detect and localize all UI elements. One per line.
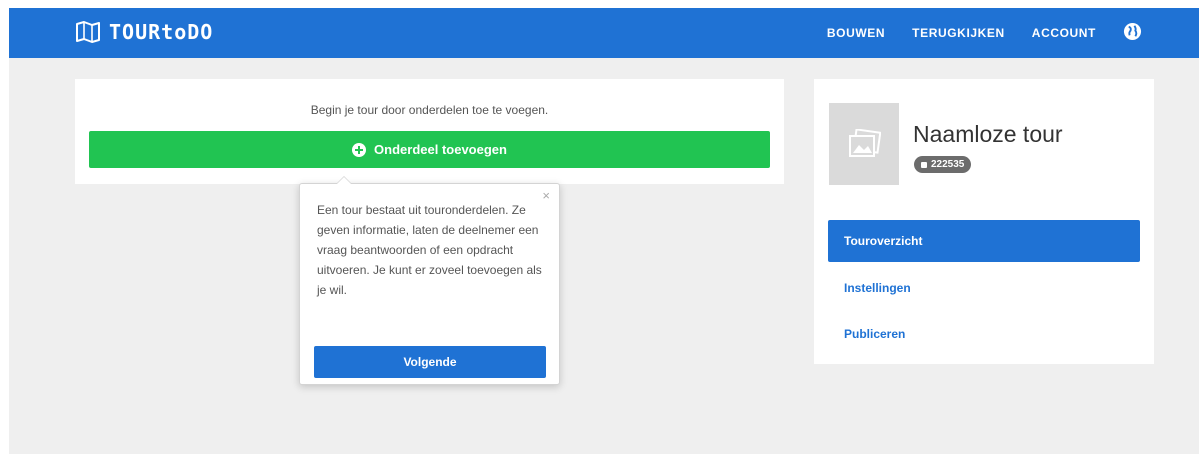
top-navbar: TOURtoDO BOUWEN TERUGKIJKEN ACCOUNT — [9, 8, 1199, 58]
side-item-touroverzicht[interactable]: Touroverzicht — [828, 220, 1140, 262]
globe-icon[interactable] — [1123, 22, 1142, 41]
close-icon[interactable]: × — [542, 188, 550, 203]
add-section-button[interactable]: Onderdeel toevoegen — [89, 131, 770, 168]
tour-id-value: 222535 — [931, 159, 965, 170]
brand-logo[interactable]: TOURtoDO — [75, 20, 213, 44]
tour-id-badge: 222535 — [914, 156, 972, 173]
plus-circle-icon — [352, 142, 367, 157]
next-button[interactable]: Volgende — [314, 346, 546, 378]
tour-title: Naamloze tour — [913, 121, 1063, 147]
nav-terugkijken[interactable]: TERUGKIJKEN — [912, 26, 1005, 40]
main-nav: BOUWEN TERUGKIJKEN ACCOUNT — [827, 8, 1145, 58]
tour-thumbnail[interactable] — [829, 103, 899, 185]
tooltip-text: Een tour bestaat uit touronderdelen. Ze … — [317, 203, 542, 297]
nav-account[interactable]: ACCOUNT — [1032, 26, 1096, 40]
onboarding-tooltip: × Een tour bestaat uit touronderdelen. Z… — [299, 176, 560, 385]
nav-bouwen[interactable]: BOUWEN — [827, 26, 885, 40]
map-icon — [76, 21, 100, 43]
builder-hint-text: Begin je tour door onderdelen toe te voe… — [310, 103, 549, 117]
add-section-label: Onderdeel toevoegen — [374, 142, 507, 157]
side-item-publiceren[interactable]: Publiceren — [828, 313, 1140, 355]
side-item-instellingen[interactable]: Instellingen — [828, 267, 1140, 309]
brand-name: TOURtoDO — [109, 20, 214, 44]
tour-sidebar: Naamloze tour 222535 Touroverzicht Inste… — [814, 79, 1154, 364]
app-frame: TOURtoDO BOUWEN TERUGKIJKEN ACCOUNT Begi… — [9, 8, 1199, 454]
image-placeholder-icon — [849, 129, 881, 157]
lock-icon — [921, 161, 927, 168]
tooltip-arrow — [336, 176, 352, 184]
tour-builder-panel: Begin je tour door onderdelen toe te voe… — [75, 79, 784, 184]
